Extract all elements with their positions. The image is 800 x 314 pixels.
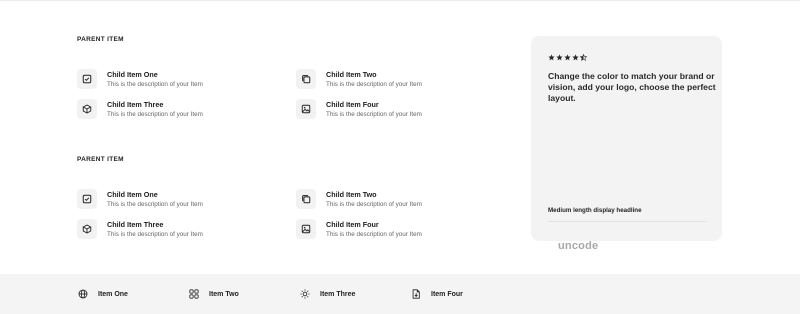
child-item-title: Child Item Three (107, 220, 164, 229)
child-item-description: This is the description of your Item (107, 111, 203, 118)
copy-icon (296, 189, 316, 209)
footer-item-label: Item Four (431, 290, 463, 298)
parent-item-heading-1: PARENT ITEM (77, 36, 124, 43)
child-item-description: This is the description of your Item (326, 111, 422, 118)
image-icon (296, 99, 316, 119)
uncode-logo: uncode (558, 240, 599, 252)
star-icon (556, 54, 563, 61)
child-item-description: This is the description of your Item (326, 81, 422, 88)
child-item-two[interactable]: Child Item Two This is the description o… (296, 189, 422, 209)
child-item-title: Child Item Two (326, 70, 377, 79)
sun-icon (300, 289, 310, 299)
footer-item-two[interactable]: Item Two (189, 289, 239, 299)
box-icon (77, 99, 97, 119)
footer-item-label: Item Three (320, 290, 356, 298)
footer-item-label: Item One (98, 290, 128, 298)
image-icon (296, 219, 316, 239)
child-item-three[interactable]: Child Item Three This is the description… (77, 99, 203, 119)
child-item-four[interactable]: Child Item Four This is the description … (296, 99, 422, 119)
child-item-title: Child Item One (107, 70, 158, 79)
child-item-two[interactable]: Child Item Two This is the description o… (296, 69, 422, 89)
star-icon (564, 54, 571, 61)
child-item-title: Child Item One (107, 190, 158, 199)
footer-item-four[interactable]: Item Four (411, 289, 463, 299)
child-item-title: Child Item Four (326, 220, 379, 229)
box-icon (77, 219, 97, 239)
file-download-icon (412, 289, 420, 299)
section-title: PARENT ITEM (77, 156, 124, 163)
footer-item-label: Item Two (209, 290, 239, 298)
child-item-title: Child Item Four (326, 100, 379, 109)
child-item-four[interactable]: Child Item Four This is the description … (296, 219, 422, 239)
star-icon (572, 54, 579, 61)
section-title: PARENT ITEM (77, 36, 124, 43)
square-check-icon (77, 189, 97, 209)
copy-icon (296, 69, 316, 89)
grid-icon (189, 289, 199, 299)
footer-bar: Item One Item Two Item Three Item Four (0, 274, 800, 314)
square-check-icon (77, 69, 97, 89)
rating-stars (548, 54, 587, 61)
card-heading: Change the color to match your brand or … (548, 71, 716, 103)
child-item-title: Child Item Three (107, 100, 164, 109)
star-icon (548, 54, 555, 61)
child-item-three[interactable]: Child Item Three This is the description… (77, 219, 203, 239)
top-divider (0, 0, 800, 1)
child-item-description: This is the description of your Item (107, 231, 203, 238)
parent-item-heading-2: PARENT ITEM (77, 156, 124, 163)
footer-item-one[interactable]: Item One (78, 289, 128, 299)
footer-item-three[interactable]: Item Three (300, 289, 355, 299)
child-item-description: This is the description of your Item (107, 201, 203, 208)
card-divider (548, 221, 707, 222)
child-item-one[interactable]: Child Item One This is the description o… (77, 69, 203, 89)
child-item-title: Child Item Two (326, 190, 377, 199)
globe-icon (78, 289, 88, 299)
star-half-icon (580, 54, 587, 61)
child-item-description: This is the description of your Item (107, 81, 203, 88)
child-item-description: This is the description of your Item (326, 231, 422, 238)
card-subheading: Medium length display headline (548, 207, 642, 214)
child-item-one[interactable]: Child Item One This is the description o… (77, 189, 203, 209)
promo-card[interactable]: Change the color to match your brand or … (531, 36, 722, 252)
child-item-description: This is the description of your Item (326, 201, 422, 208)
